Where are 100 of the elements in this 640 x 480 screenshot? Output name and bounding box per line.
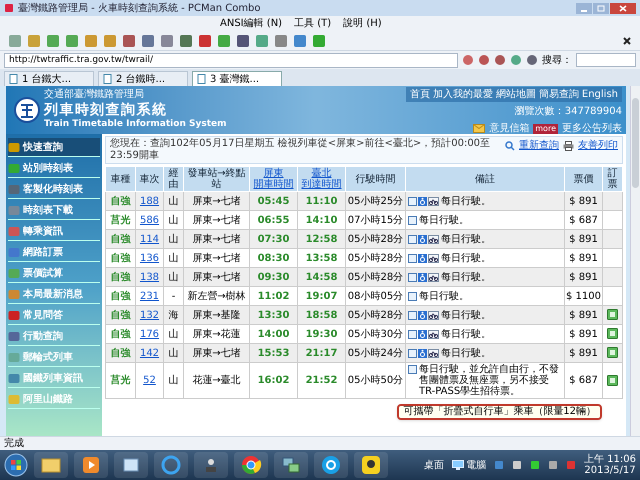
menu-item-icon <box>8 330 20 342</box>
booking-icon[interactable] <box>607 374 618 386</box>
menu-item[interactable]: ANSI編輯 (N) <box>220 16 282 31</box>
toolbar-button[interactable] <box>526 54 538 66</box>
search-icon <box>505 140 515 150</box>
header-link[interactable]: English <box>582 87 618 102</box>
info-icon <box>408 254 417 262</box>
header-link[interactable]: 簡易查詢 <box>538 87 579 102</box>
browser-tab[interactable]: 3 臺灣鐵... <box>192 71 282 86</box>
remark-text: 每日行駛。 <box>441 348 491 358</box>
menu-item-icon <box>8 372 20 384</box>
sidebar-item[interactable]: 網路訂票 <box>8 243 100 262</box>
header-link[interactable]: 加入我的最愛 <box>432 87 493 102</box>
close-icon[interactable] <box>622 36 632 46</box>
taskbar-label[interactable]: 電腦 <box>466 458 486 472</box>
menu-item-icon <box>8 142 20 152</box>
menu-item-icon <box>8 310 20 320</box>
status-bar: 完成 <box>0 436 640 450</box>
print-link[interactable]: 友善列印 <box>578 138 618 153</box>
info-icon <box>408 196 417 206</box>
chrome-icon <box>239 453 263 477</box>
start-button[interactable] <box>4 453 28 477</box>
taskbar-button[interactable] <box>74 452 108 478</box>
table-cell: 21:52 <box>298 362 346 398</box>
column-header: 車次 <box>136 166 164 192</box>
close-button[interactable] <box>610 2 636 14</box>
clock-time: 上午 11:06 <box>584 454 636 465</box>
table-cell: 16:02 <box>250 362 298 398</box>
toolbar-button[interactable] <box>160 34 174 48</box>
sidebar-item[interactable]: 時刻表下載 <box>8 201 100 220</box>
toolbar-button[interactable] <box>274 34 288 48</box>
taskbar-button[interactable] <box>234 452 268 478</box>
remark-text: 每日行駛。 <box>441 234 491 244</box>
booking-icon[interactable] <box>607 347 618 358</box>
agency-name: 交通部臺灣鐵路管理局 <box>44 89 145 102</box>
more-link[interactable]: 更多公告列表 <box>562 121 622 136</box>
sidebar-item[interactable]: 客製化時刻表 <box>8 180 100 199</box>
column-header: 發車站→終點站 <box>184 166 250 192</box>
info-icon <box>408 330 417 338</box>
envelope-icon <box>473 124 486 133</box>
table-cell: 花蓮→臺北 <box>184 362 250 398</box>
sidebar-item[interactable]: 快速查詢 <box>8 138 100 157</box>
toolbar-button[interactable] <box>198 34 212 48</box>
browser-tab[interactable]: 1 台鐵大... <box>4 71 94 86</box>
taskbar-button[interactable] <box>314 452 348 478</box>
toolbar-button[interactable] <box>293 34 307 48</box>
taskbar-button[interactable] <box>34 452 68 478</box>
booking-icon[interactable] <box>607 309 618 320</box>
menu-item-icon <box>8 288 20 300</box>
toolbar-button[interactable] <box>462 54 474 66</box>
taskbar-label[interactable]: 桌面 <box>424 458 444 472</box>
menu-item-icon <box>8 162 20 174</box>
menu-item-icon <box>8 184 20 194</box>
app-icon <box>4 3 14 13</box>
taskbar-button[interactable] <box>194 452 228 478</box>
menu-item-icon <box>8 268 20 278</box>
menu-item-icon <box>8 246 20 258</box>
taskbar-button[interactable] <box>114 452 148 478</box>
column-header: 備註 <box>406 166 564 192</box>
taskbar-button[interactable] <box>274 452 308 478</box>
sidebar-item[interactable]: 票價試算 <box>8 264 100 283</box>
menu-item[interactable]: 工具 (T) <box>294 16 332 31</box>
sidebar-item[interactable]: 站別時刻表 <box>8 159 100 178</box>
sidebar-item[interactable]: 轉乘資訊 <box>8 222 100 241</box>
mailbox-link[interactable]: 意見信箱 <box>489 121 530 136</box>
column-header: 行駛時間 <box>346 166 406 192</box>
browser-tab[interactable]: 2 台鐵時... <box>98 71 188 86</box>
train-number-link[interactable]: 52 <box>143 375 156 386</box>
tooltip: 可攜帶「折疊式自行車」乘車（限量12輛） <box>397 404 602 420</box>
page-icon <box>197 74 206 84</box>
menu-item-icon <box>8 352 20 362</box>
column-header[interactable]: 屏東 開車時間 <box>250 166 298 192</box>
menu-item[interactable]: 說明 (H) <box>343 16 382 31</box>
menu-item-icon <box>8 204 20 216</box>
info-icon <box>408 310 417 320</box>
search-field[interactable] <box>576 53 636 67</box>
header-link[interactable]: 網站地圖 <box>496 87 536 102</box>
toolbar-button[interactable] <box>122 34 136 48</box>
remark-text: 每日行駛。 <box>441 272 491 282</box>
menu-item-icon <box>8 226 20 236</box>
booking-icon[interactable] <box>607 328 618 340</box>
printer-icon <box>563 140 574 150</box>
toolbar-button[interactable] <box>179 34 193 48</box>
remark-text: 每日行駛。 <box>419 290 469 302</box>
requery-link[interactable]: 重新查詢 <box>519 138 559 153</box>
toolbar-button[interactable] <box>236 34 250 48</box>
column-header[interactable]: 臺北 到達時間 <box>298 166 346 192</box>
taskbar-button[interactable] <box>354 452 388 478</box>
scrollbar[interactable] <box>630 86 640 436</box>
toolbar-button[interactable] <box>217 34 231 48</box>
toolbar-button[interactable] <box>494 54 506 66</box>
toolbar-button[interactable] <box>478 54 490 66</box>
toolbar-button[interactable] <box>312 34 326 48</box>
more-badge: more <box>533 124 558 134</box>
header-link[interactable]: 首頁 <box>410 87 430 102</box>
address-field[interactable]: http://twtraffic.tra.gov.tw/twrail/ <box>4 52 458 68</box>
page-icon <box>9 74 18 84</box>
info-icon <box>408 292 417 300</box>
railway-logo-icon <box>14 97 40 123</box>
toolbar-button[interactable] <box>141 34 155 48</box>
